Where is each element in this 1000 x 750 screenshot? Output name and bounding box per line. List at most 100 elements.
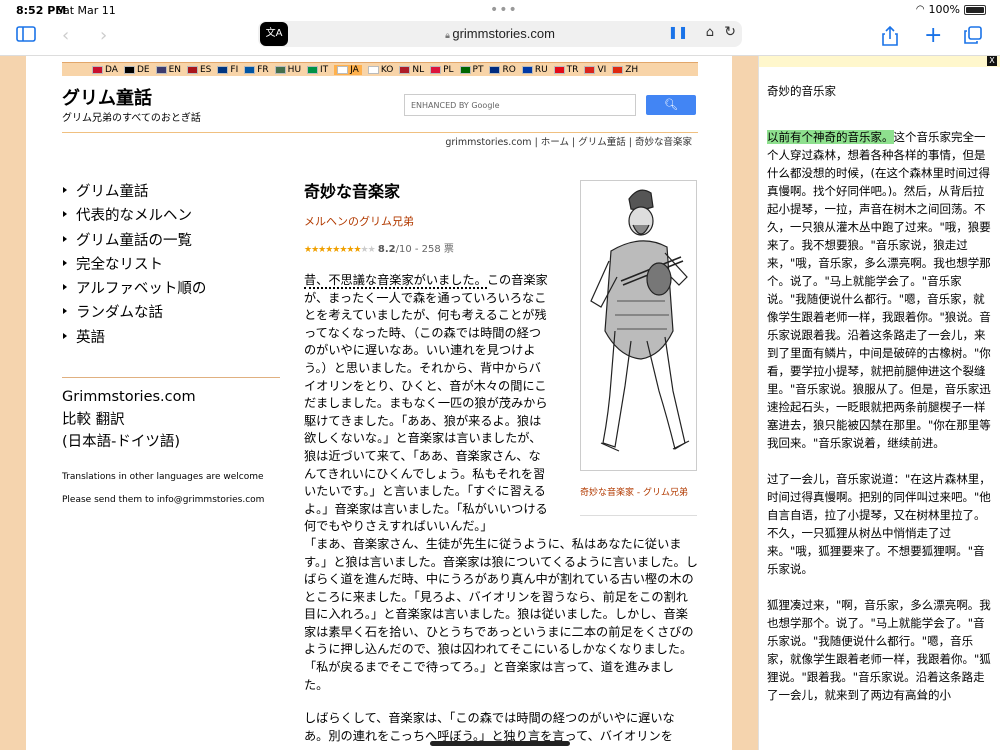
nav-item-famous[interactable]: 代表的なメルヘン: [62, 204, 206, 228]
language-zh[interactable]: ZH: [612, 65, 638, 75]
web-page: DA DE EN ES FI FR HU IT JA KO NL PL PT RO RU TR VI ZH グリム…: [0, 56, 758, 750]
language-code: NL: [412, 64, 425, 75]
translation-body: 以前有个神奇的音乐家。这个音乐家完全一个人穿过森林，想着各种各样的事情，但是什么…: [767, 128, 991, 722]
rating-value: 8.2: [377, 244, 396, 255]
story-text: 昔、不思議な音楽家がいました。この音楽家が、まったく一人で森を通っていろいろなこ…: [304, 272, 698, 750]
language-nl[interactable]: NL: [399, 65, 424, 75]
speaker-icon[interactable]: ⌂: [706, 25, 714, 40]
language-pt[interactable]: PT: [459, 64, 484, 75]
flag-icon: [489, 65, 501, 74]
language-code: PL: [443, 64, 454, 75]
home-indicator[interactable]: [430, 741, 570, 746]
search-button[interactable]: 🔍︎: [646, 95, 696, 115]
sidebar-divider: [62, 377, 280, 378]
page-border-left: [0, 56, 26, 750]
translation-panel: X 奇妙的音乐家 以前有个神奇的音乐家。这个音乐家完全一个人穿过森林，想着各种各…: [758, 56, 1000, 750]
new-tab-icon[interactable]: +: [924, 25, 942, 47]
breadcrumb[interactable]: grimmstories.com | ホーム | グリム童話 | 奇妙な音楽家: [445, 134, 692, 148]
flag-icon: [307, 65, 319, 74]
browser-toolbar: ‹ › 文A 🔒︎ grimmstories.com ❚❚ ⌂ ↻ +: [0, 20, 1000, 56]
language-code: JA: [350, 64, 359, 75]
language-fi[interactable]: FI: [217, 65, 238, 75]
nav-item-list[interactable]: グリム童話の一覧: [62, 229, 206, 253]
language-ro[interactable]: RO: [489, 64, 516, 75]
language-code: RU: [534, 64, 548, 75]
language-es[interactable]: ES: [186, 64, 212, 75]
story-author[interactable]: メルヘンのグリム兄弟: [304, 213, 414, 229]
flag-icon: [92, 65, 103, 74]
compare-site: Grimmstories.com: [62, 389, 196, 405]
url-value: grimmstories.com: [452, 26, 555, 41]
address-bar[interactable]: 文A 🔒︎ grimmstories.com ❚❚ ⌂ ↻: [258, 21, 742, 47]
compare-title[interactable]: 比較 翻訳: [62, 409, 196, 432]
language-code: ES: [199, 64, 212, 75]
site-title[interactable]: グリム童話: [62, 84, 152, 110]
story-title: 奇妙な音楽家: [304, 182, 401, 201]
nav-item-alphabet[interactable]: アルファベット順の: [62, 277, 206, 301]
compare-lang: (日本語-ドイツ語): [62, 434, 181, 450]
language-code: VI: [597, 64, 607, 75]
language-da[interactable]: DA: [92, 65, 118, 75]
language-tr[interactable]: TR: [553, 64, 579, 75]
panel-header-bar: X: [759, 56, 1000, 67]
tabs-icon[interactable]: [964, 26, 982, 49]
language-en[interactable]: EN: [155, 65, 181, 75]
rating-stars[interactable]: ★★★★★★★★★★: [304, 245, 376, 255]
sidebar-icon[interactable]: [16, 26, 36, 47]
language-code: FR: [257, 64, 269, 75]
language-code: PT: [472, 64, 484, 75]
flag-icon: [399, 65, 411, 74]
flag-icon: [337, 65, 349, 74]
language-code: TR: [566, 64, 579, 75]
battery-label: 100%: [928, 3, 960, 16]
site-subtitle: グリム兄弟のすべてのおとぎ話: [62, 113, 201, 124]
compare-block: Grimmstories.com 比較 翻訳 (日本語-ドイツ語): [62, 386, 196, 454]
reload-icon[interactable]: ↻: [724, 24, 736, 40]
share-icon[interactable]: [882, 25, 898, 51]
language-code: DA: [105, 64, 118, 75]
language-de[interactable]: DE: [123, 64, 150, 75]
language-it[interactable]: IT: [307, 65, 328, 75]
close-icon[interactable]: X: [987, 56, 997, 66]
pause-icon[interactable]: ❚❚: [668, 25, 688, 39]
back-icon[interactable]: ‹: [62, 26, 69, 46]
forward-icon[interactable]: ›: [100, 26, 107, 46]
rating-votes: /10 - 258 票: [395, 244, 454, 255]
flag-icon: [584, 65, 596, 74]
language-ko[interactable]: KO: [367, 65, 393, 75]
story-para-1b: 「まあ、音楽家さん、生徒が先生に従うように、私はあなたに従います。」と狼は言いま…: [304, 536, 698, 692]
translation-highlight: 以前有个神奇的音乐家。: [767, 130, 894, 144]
multitask-icon[interactable]: •••: [490, 2, 518, 18]
page-border-right: [732, 56, 758, 750]
flag-icon: [430, 65, 442, 74]
language-code: DE: [136, 64, 150, 75]
language-fr[interactable]: FR: [244, 64, 269, 75]
language-ru[interactable]: RU: [521, 64, 548, 75]
flag-icon: [459, 65, 471, 74]
flag-icon: [217, 65, 229, 74]
flag-icon: [521, 65, 533, 74]
story-rating[interactable]: ★★★★★★★★★★ 8.2/10 - 258 票: [304, 240, 454, 255]
language-vi[interactable]: VI: [584, 65, 606, 75]
nav-item-complete[interactable]: 完全なリスト: [62, 253, 206, 277]
translation-para-3: 狐狸凑过来，"啊，音乐家，多么漂亮啊。我也想学那个。说了。"马上就能学会了。"音…: [767, 598, 991, 702]
translation-title: 奇妙的音乐家: [767, 84, 836, 98]
nav-item-random[interactable]: ランダムな話: [62, 301, 206, 325]
wifi-icon: ◠: [915, 4, 925, 15]
search-input[interactable]: ENHANCED BY Google: [404, 94, 636, 116]
nav-item-grimm[interactable]: グリム童話: [62, 180, 206, 204]
flag-icon: [612, 65, 624, 74]
language-code: RO: [502, 64, 516, 75]
translation-note-2: Please send them to info@grimmstories.co…: [62, 495, 265, 505]
header-divider: [62, 132, 698, 133]
language-code: FI: [230, 64, 239, 75]
language-ja[interactable]: JA: [334, 64, 362, 75]
battery-status: ◠ 100%: [916, 3, 986, 16]
translation-note: Translations in other languages are welc…: [62, 466, 282, 512]
nav-item-english[interactable]: 英語: [62, 326, 206, 350]
flag-icon: [244, 65, 256, 74]
battery-icon: [964, 4, 986, 15]
language-hu[interactable]: HU: [274, 65, 301, 75]
flag-icon: [367, 65, 379, 74]
language-pl[interactable]: PL: [430, 64, 454, 75]
